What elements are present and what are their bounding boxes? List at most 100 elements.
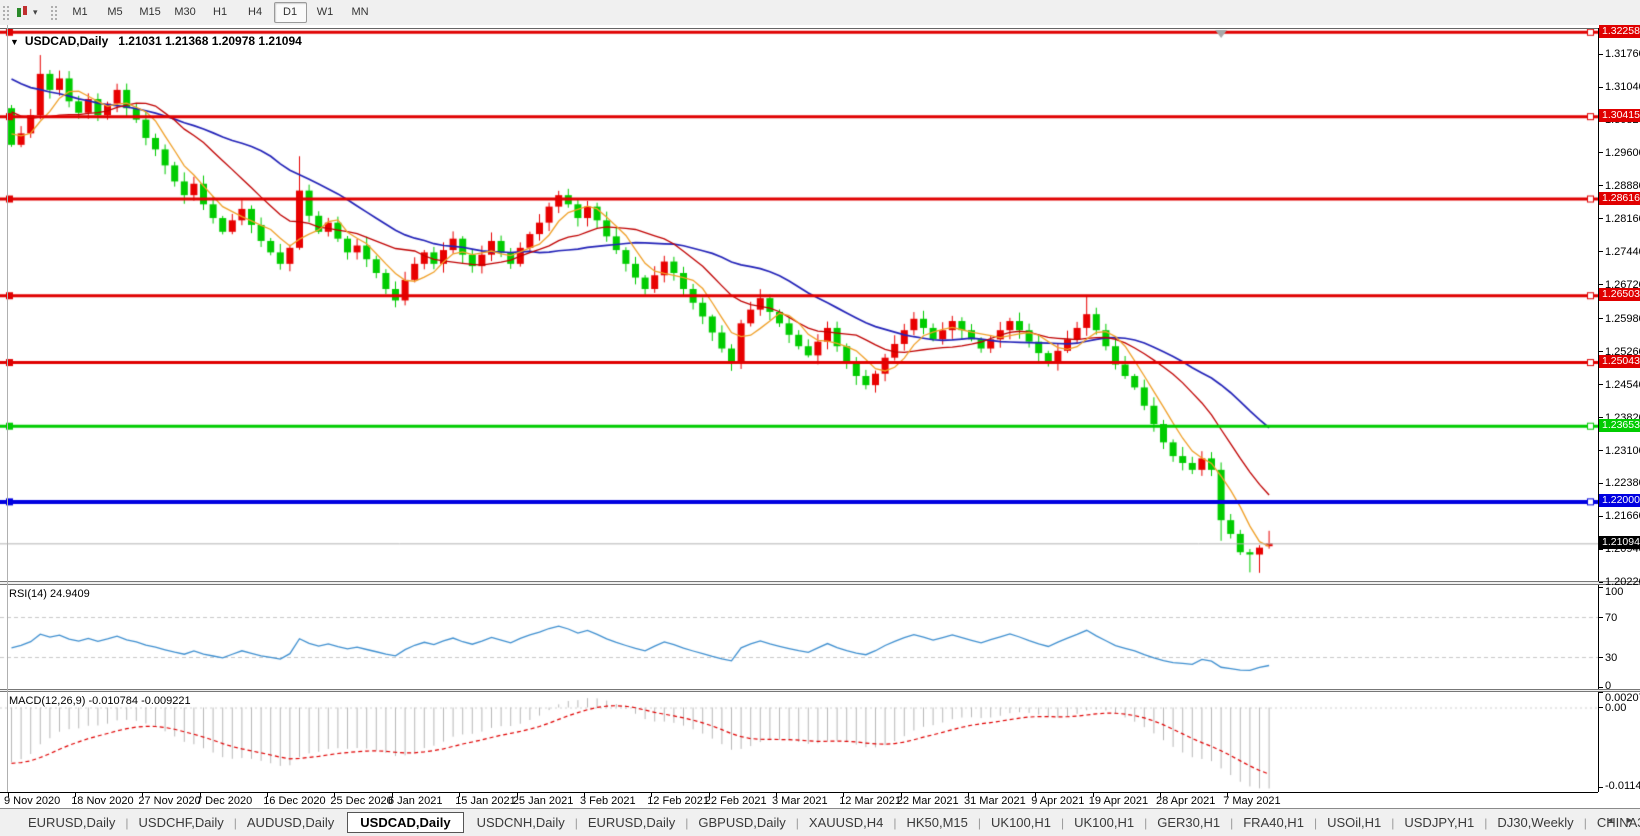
chart-tab-eurusd-daily[interactable]: EURUSD,Daily	[578, 812, 685, 833]
collapse-icon[interactable]: ▼	[10, 37, 19, 47]
main-chart-canvas[interactable]	[0, 29, 1598, 582]
chart-tab-usdchf-daily[interactable]: USDCHF,Daily	[129, 812, 234, 833]
price-tick	[1599, 185, 1603, 187]
date-label: 7 May 2021	[1223, 795, 1281, 807]
date-label: 22 Mar 2021	[896, 795, 959, 807]
chart-tab-xauusd-h4[interactable]: XAUUSD,H4	[799, 812, 893, 833]
price-tick	[1599, 351, 1603, 353]
date-label: 19 Apr 2021	[1088, 795, 1149, 807]
rsi-tick-label: 100	[1605, 586, 1624, 598]
price-tick-label: 1.27440	[1605, 245, 1640, 258]
timeframe-button-m1[interactable]: M1	[64, 2, 97, 23]
current-price-badge: 1.21094	[1599, 535, 1640, 549]
chart-tab-usoil-h1[interactable]: USOil,H1	[1317, 812, 1391, 833]
rsi-axis[interactable]: 100 70 30 0	[1598, 585, 1640, 692]
level-price-badge: 1.22000	[1599, 494, 1640, 508]
tabs-scroll-left-button[interactable]: ◂	[1604, 815, 1616, 826]
price-tick	[1599, 284, 1603, 286]
chart-tab-usdcnh-daily[interactable]: USDCNH,Daily	[467, 812, 575, 833]
timeframe-button-w1[interactable]: W1	[309, 2, 342, 23]
timeframe-button-d1[interactable]: D1	[273, 2, 307, 23]
macd-tick	[1599, 692, 1603, 694]
date-label: 12 Mar 2021	[839, 795, 901, 807]
price-tick	[1599, 482, 1603, 484]
chart-tab-uk100-h1[interactable]: UK100,H1	[1064, 812, 1144, 833]
chart-tab-dj30-weekly[interactable]: DJ30,Weekly	[1487, 812, 1583, 833]
date-label: 27 Nov 2020	[138, 795, 201, 807]
date-label: 31 Mar 2021	[964, 795, 1026, 807]
rsi-tick	[1599, 586, 1603, 588]
chart-tab-fra40-h1[interactable]: FRA40,H1	[1233, 812, 1314, 833]
price-tick	[1599, 251, 1603, 253]
level-price-badge: 1.28616	[1599, 191, 1640, 205]
price-tick-label: 1.21660	[1605, 510, 1640, 523]
price-tick-label: 1.28160	[1605, 212, 1640, 225]
timeframe-button-m15[interactable]: M15	[134, 2, 167, 23]
price-tick	[1599, 548, 1603, 550]
macd-tick	[1599, 707, 1603, 708]
chart-tab-ger30-h1[interactable]: GER30,H1	[1147, 812, 1230, 833]
price-tick	[1599, 53, 1603, 55]
chart-tab-gbpusd-daily[interactable]: GBPUSD,Daily	[688, 812, 795, 833]
macd-label: MACD(12,26,9) -0.010784 -0.009221	[9, 695, 191, 707]
rsi-pane[interactable]: RSI(14) 24.9409	[0, 585, 1598, 689]
date-axis[interactable]: 9 Nov 2020 18 Nov 2020 27 Nov 2020 7 Dec 20…	[0, 792, 1598, 809]
level-price-badge: 1.26503	[1599, 288, 1640, 302]
price-tick	[1599, 152, 1603, 154]
chart-window: ▼ USDCAD,Daily 1.21031 1.21368 1.20978 1.2…	[0, 24, 1640, 809]
rsi-canvas[interactable]	[0, 585, 1598, 689]
rsi-tick-label: 30	[1605, 652, 1618, 664]
chart-tab-uk100-h1[interactable]: UK100,H1	[981, 812, 1061, 833]
price-tick	[1599, 450, 1603, 452]
chart-symbol-label: USDCAD,Daily	[24, 34, 109, 48]
macd-canvas[interactable]	[0, 692, 1598, 792]
chart-tab-eurusd-daily[interactable]: EURUSD,Daily	[18, 812, 125, 833]
date-label: 25 Jan 2021	[512, 795, 574, 807]
window-edge	[7, 25, 8, 792]
price-tick	[1599, 581, 1603, 583]
macd-axis[interactable]: 0.0020740.00-0.011462	[1598, 692, 1640, 792]
mt4-window: ▾ M1 M5 M15 M30 H1 H4 D1 W1 MN ▼ USDCAD,Daily 1.21…	[0, 0, 1640, 836]
rsi-tick-label: 70	[1605, 612, 1618, 624]
chart-tab-audusd-daily[interactable]: AUDUSD,Daily	[237, 812, 344, 833]
rsi-label: RSI(14) 24.9409	[9, 588, 90, 600]
macd-tick	[1599, 787, 1603, 789]
timeframe-button-mn[interactable]: MN	[344, 2, 377, 23]
timeframe-button-m30[interactable]: M30	[169, 2, 202, 23]
timeframe-button-h1[interactable]: H1	[204, 2, 237, 23]
price-tick-label: 1.31760	[1605, 48, 1640, 61]
date-label: 16 Dec 2020	[263, 795, 326, 807]
tabs-scroll-right-button[interactable]: ▸	[1624, 815, 1636, 826]
date-label: 28 Apr 2021	[1156, 795, 1216, 807]
price-tick-label: 1.23100	[1605, 444, 1640, 457]
price-tick-label: 1.22380	[1605, 477, 1640, 490]
toolbar-separator	[49, 4, 57, 21]
main-chart-pane[interactable]: ▼ USDCAD,Daily 1.21031 1.21368 1.20978 1.2…	[0, 28, 1598, 582]
macd-pane[interactable]: MACD(12,26,9) -0.010784 -0.009221	[0, 692, 1598, 792]
level-price-badge: 1.30415	[1599, 109, 1640, 123]
price-tick-label: 1.25980	[1605, 312, 1640, 325]
price-tick-label: 1.24540	[1605, 378, 1640, 391]
chart-tab-usdjpy-h1[interactable]: USDJPY,H1	[1394, 812, 1484, 833]
chart-tab-hk50-m15[interactable]: HK50,M15	[896, 812, 977, 833]
date-label: 3 Feb 2021	[580, 795, 636, 807]
chart-ohlc-values: 1.21031 1.21368 1.20978 1.21094	[118, 34, 302, 48]
rsi-tick	[1599, 686, 1603, 688]
chart-tabs-bar: EURUSD,Daily | USDCHF,Daily | AUDUSD,Daily US…	[0, 808, 1640, 836]
rsi-tick	[1599, 656, 1603, 658]
timeframe-button-m5[interactable]: M5	[99, 2, 132, 23]
chart-tab-usdcad-daily[interactable]: USDCAD,Daily	[347, 812, 464, 833]
price-axis[interactable]: 1.317601.310401.303201.296001.288801.281…	[1598, 24, 1640, 588]
timeframe-button-h4[interactable]: H4	[239, 2, 272, 23]
toolbar-grip[interactable]	[2, 4, 9, 21]
candlestick-chart-icon[interactable]	[14, 5, 32, 21]
rsi-tick	[1599, 616, 1603, 618]
date-label: 18 Nov 2020	[71, 795, 134, 807]
chevron-down-icon[interactable]: ▾	[33, 7, 38, 18]
tabs-nav: ◂ ▸	[1604, 815, 1636, 826]
macd-tick-label: 0.00	[1605, 701, 1627, 714]
date-label: 12 Feb 2021	[647, 795, 709, 807]
date-label: 15 Jan 2021	[455, 795, 516, 807]
price-tick	[1599, 86, 1603, 88]
rsi-tick-label: 0	[1605, 680, 1612, 692]
